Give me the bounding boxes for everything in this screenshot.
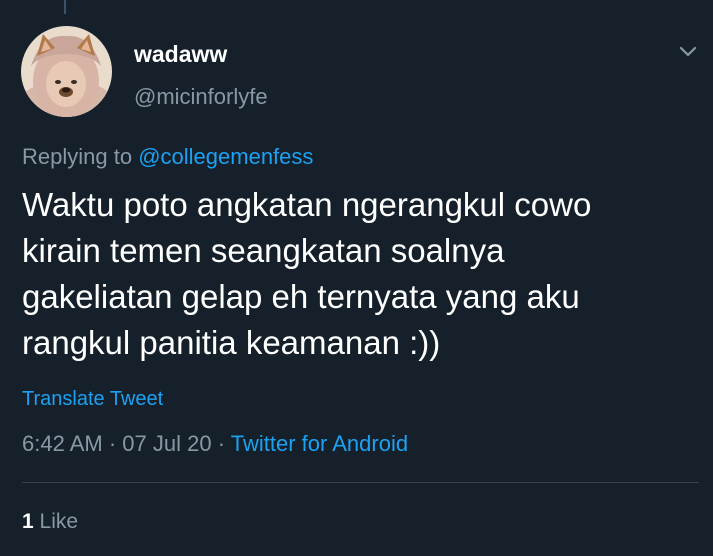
like-count: 1 xyxy=(22,510,34,533)
tweet-text-line: kirain temen seangkatan soalnya xyxy=(22,232,505,269)
tweet-source-link[interactable]: Twitter for Android xyxy=(231,431,408,456)
tweet-menu-button[interactable] xyxy=(674,38,702,66)
translate-tweet-link[interactable]: Translate Tweet xyxy=(22,386,163,412)
replying-to-mention[interactable]: @collegemenfess xyxy=(138,144,313,169)
tweet-date: 07 Jul 20 xyxy=(122,431,212,456)
thread-line xyxy=(64,0,66,14)
tweet-text-line: Waktu poto angkatan ngerangkul cowo xyxy=(22,186,592,223)
replying-to: Replying to @collegemenfess xyxy=(22,143,313,171)
like-label: Like xyxy=(39,510,79,533)
tweet-text-line: gakeliatan gelap eh ternyata yang aku xyxy=(22,278,580,315)
likes-link[interactable]: 1 Like xyxy=(22,508,78,536)
tweet-text: Waktu poto angkatan ngerangkul cowo kira… xyxy=(22,182,692,366)
tweet-time: 6:42 AM xyxy=(22,431,103,456)
avatar-image xyxy=(21,26,112,117)
divider xyxy=(22,482,699,483)
author-display-name[interactable]: wadaww xyxy=(134,40,227,68)
tweet-meta: 6:42 AM · 07 Jul 20 · Twitter for Androi… xyxy=(22,430,408,458)
replying-prefix: Replying to xyxy=(22,144,133,169)
tweet-text-line: rangkul panitia keamanan :)) xyxy=(22,324,441,361)
meta-separator: · xyxy=(217,431,226,456)
author-handle[interactable]: @micinforlyfe xyxy=(134,83,268,111)
avatar[interactable] xyxy=(21,26,112,117)
meta-separator: · xyxy=(108,431,117,456)
chevron-down-icon xyxy=(679,46,697,57)
